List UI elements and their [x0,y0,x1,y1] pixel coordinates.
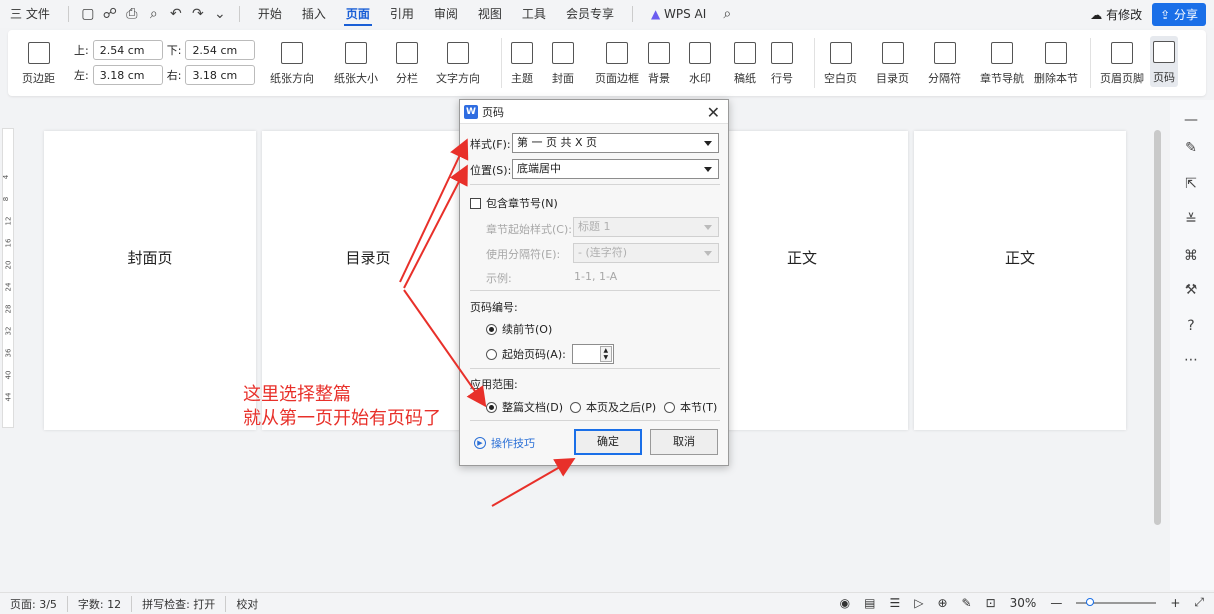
zoom-in-icon[interactable]: + [1170,596,1180,610]
arrow-to-position [403,164,468,289]
zoom-level[interactable]: 30% [1010,596,1037,610]
status-bar: 页面: 3/5 字数: 12 拼写检查: 打开 校对 ◉ ▤ ☰ ▷ ⊕ ✎ ⊡… [0,592,1214,614]
play-icon[interactable]: ▷ [914,596,923,610]
arrow-to-ok [491,458,576,507]
outline-view-icon[interactable]: ☰ [889,596,900,610]
page-status[interactable]: 页面: 3/5 [0,595,68,612]
fullscreen-icon[interactable]: ⤢ [1194,595,1204,610]
arrow-to-apply [403,289,487,408]
web-view-icon[interactable]: ⊕ [937,596,947,610]
arrow-to-style [399,138,469,283]
fit-icon[interactable]: ⊡ [986,596,996,610]
annotation-arrows [399,138,576,507]
zoom-out-icon[interactable]: — [1050,596,1062,610]
spell-check[interactable]: 拼写检查: 打开 [132,595,227,612]
zoom-slider-handle[interactable] [1086,597,1095,606]
zoom-slider[interactable] [1076,597,1157,606]
proofread[interactable]: 校对 [226,596,268,612]
page-view-icon[interactable]: ▤ [864,596,875,610]
statusbar-right: ◉ ▤ ☰ ▷ ⊕ ✎ ⊡ 30% — + ⤢ [840,595,1204,610]
eye-icon[interactable]: ◉ [840,596,850,610]
word-count[interactable]: 字数: 12 [68,595,133,612]
pen-icon[interactable]: ✎ [962,596,972,610]
